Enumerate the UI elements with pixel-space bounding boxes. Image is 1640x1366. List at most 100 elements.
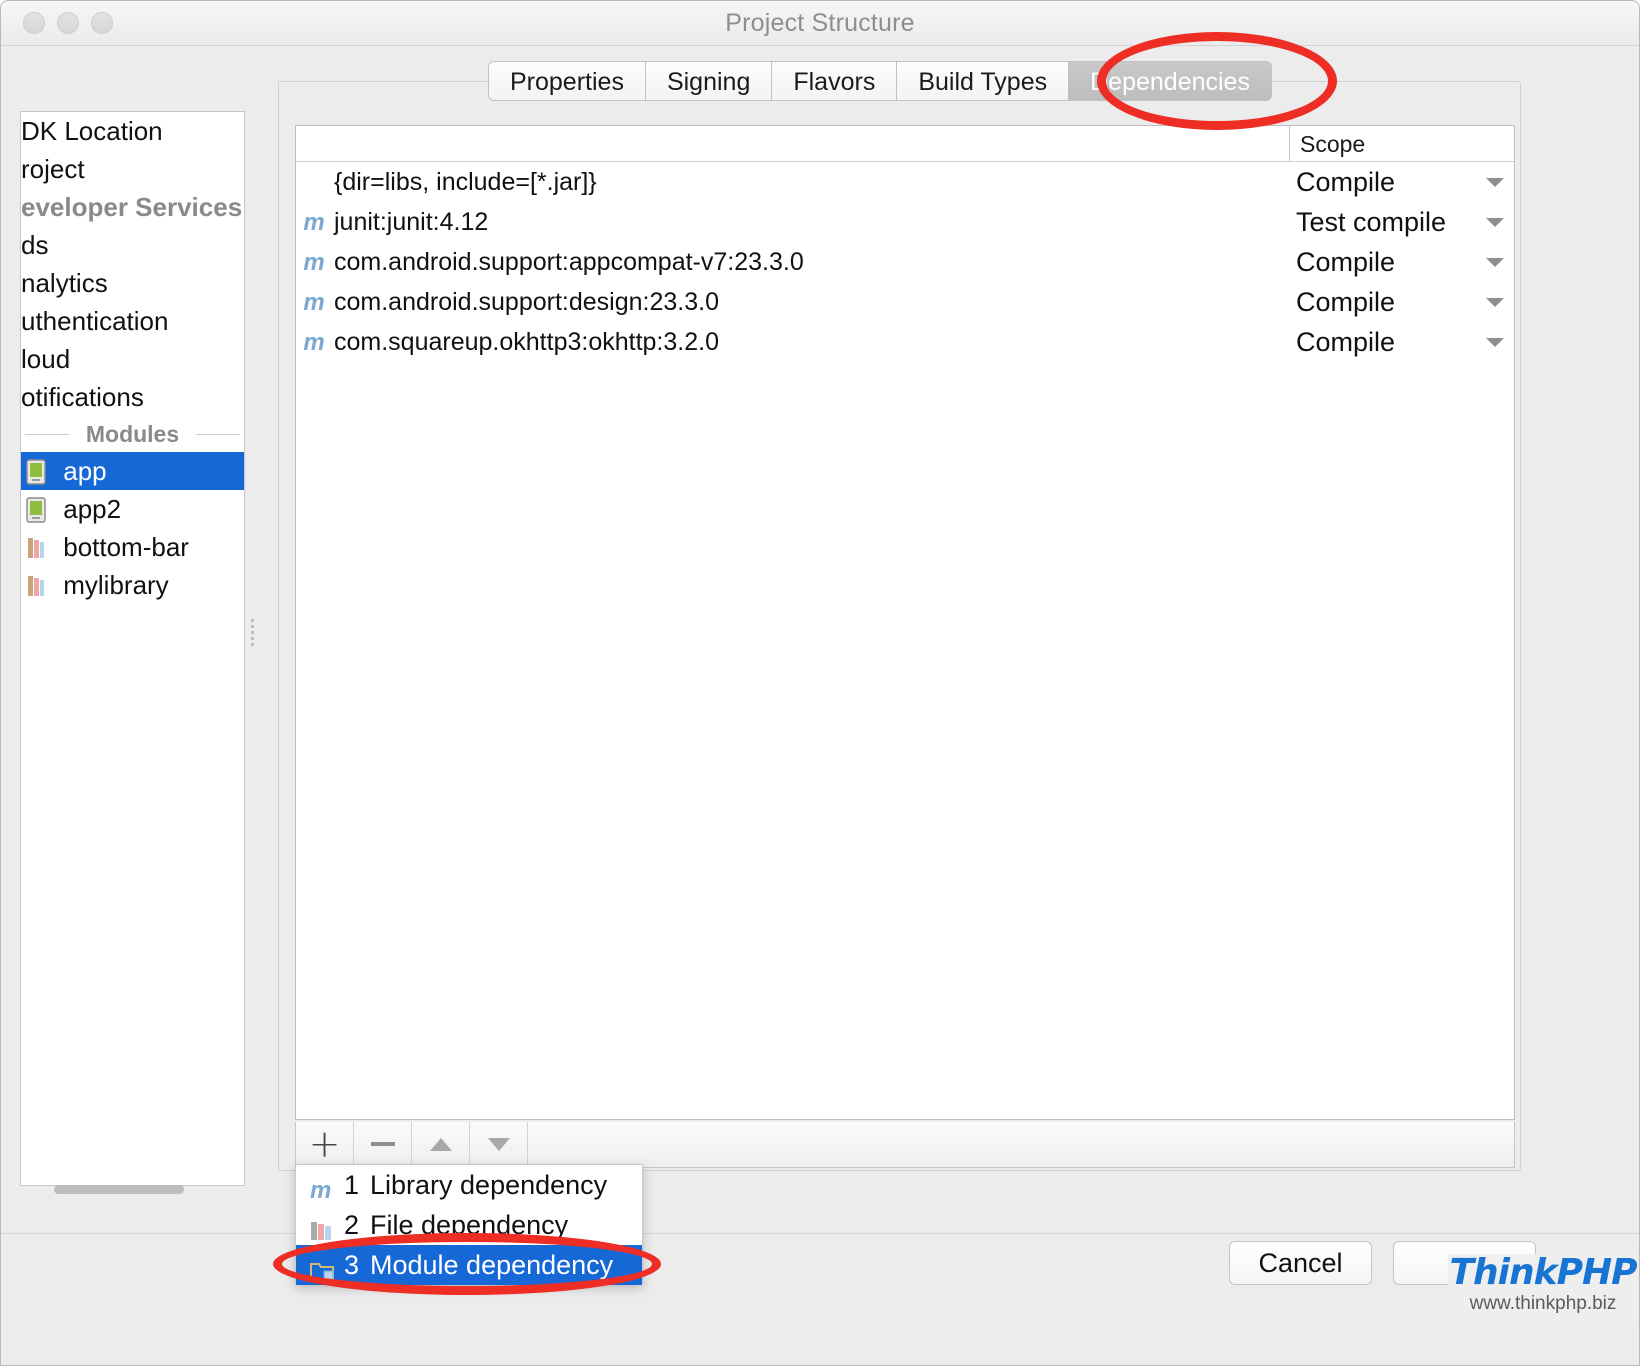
menu-item-label: Library dependency [370, 1170, 608, 1200]
table-row[interactable]: {dir=libs, include=[*.jar]} Compile [296, 162, 1514, 202]
android-module-icon [25, 457, 47, 485]
maven-icon: m [303, 289, 325, 316]
table-row[interactable]: m com.squareup.okhttp3:okhttp:3.2.0 Compi… [296, 322, 1514, 362]
menu-item-number: 2 [344, 1210, 360, 1240]
dependency-name-label: com.squareup.okhttp3:okhttp:3.2.0 [334, 328, 719, 356]
dependency-name: m junit:junit:4.12 [302, 202, 488, 242]
sidebar-item-mylibrary[interactable]: mylibrary [21, 566, 244, 604]
panel-splitter[interactable] [245, 111, 259, 1186]
project-structure-window: Project Structure + − DK Location roject… [0, 0, 1640, 1366]
footer-divider [1, 1233, 1639, 1234]
section-rule-right [196, 434, 240, 435]
dependency-scope-value[interactable]: Compile [1296, 162, 1395, 202]
dependencies-toolbar: + [295, 1122, 1515, 1168]
sidebar-item-ads[interactable]: ds [21, 226, 244, 264]
sidebar-item-notifications[interactable]: otifications [21, 378, 244, 416]
dependency-scope-value[interactable]: Test compile [1296, 202, 1446, 242]
chevron-down-icon[interactable] [1486, 178, 1504, 187]
tab-properties[interactable]: Properties [488, 61, 646, 101]
splitter-grip-icon [247, 616, 257, 654]
add-dependency-button[interactable]: + [296, 1122, 354, 1166]
library-module-icon [25, 571, 47, 597]
sidebar-section-label: Modules [85, 421, 180, 447]
menu-item-label: File dependency [370, 1210, 569, 1240]
sidebar-item-label: app2 [63, 494, 122, 524]
menu-item-file-dependency[interactable]: 2 File dependency [296, 1205, 642, 1245]
sidebar-item-app2[interactable]: app2 [21, 490, 244, 528]
table-row[interactable]: m junit:junit:4.12 Test compile [296, 202, 1514, 242]
chevron-down-icon[interactable] [1486, 338, 1504, 347]
watermark-url: www.thinkphp.biz [1469, 1293, 1617, 1314]
sidebar-item-label: app [63, 456, 107, 486]
table-row[interactable]: m com.android.support:design:23.3.0 Compi… [296, 282, 1514, 322]
android-module-icon [25, 495, 47, 523]
dependency-scope-value[interactable]: Compile [1296, 242, 1395, 282]
thinkphp-watermark: ThinkPHP www.thinkphp.biz [1448, 1254, 1638, 1322]
file-jar-icon [310, 1209, 344, 1249]
table-row[interactable]: m com.android.support:appcompat-v7:23.3.0… [296, 242, 1514, 282]
dependency-name: m com.squareup.okhttp3:okhttp:3.2.0 [302, 322, 719, 362]
sidebar-item-project[interactable]: roject [21, 150, 244, 188]
menu-item-number: 1 [344, 1170, 360, 1200]
sidebar-item-sdk-location[interactable]: DK Location [21, 112, 244, 150]
tab-signing[interactable]: Signing [645, 61, 773, 101]
window-titlebar: Project Structure [1, 1, 1639, 46]
tab-flavors[interactable]: Flavors [772, 61, 898, 101]
sidebar-item-label: otifications [21, 382, 144, 412]
sidebar-item-analytics[interactable]: nalytics [21, 264, 244, 302]
add-dependency-menu[interactable]: m 1 Library dependency 2 File dependency 3M… [295, 1164, 643, 1285]
arrow-up-icon [429, 1137, 452, 1151]
move-down-button[interactable] [470, 1122, 528, 1166]
sidebar-item-label: uthentication [21, 306, 169, 336]
module-folder-icon [310, 1249, 344, 1289]
sidebar-section-modules: Modules [21, 416, 244, 452]
minus-icon [370, 1142, 395, 1146]
maven-icon: m [303, 329, 325, 356]
move-up-button[interactable] [412, 1122, 470, 1166]
arrow-down-icon [487, 1137, 510, 1151]
dependency-scope-value[interactable]: Compile [1296, 282, 1395, 322]
menu-item-library-dependency[interactable]: m 1 Library dependency [296, 1165, 642, 1205]
chevron-down-icon[interactable] [1486, 258, 1504, 267]
sidebar-horizontal-scrollbar[interactable] [21, 1181, 244, 1197]
tab-bar: Properties Signing Flavors Build Types D… [488, 61, 1272, 101]
sidebar-list[interactable]: DK Location roject eveloper Services ds … [20, 111, 245, 1186]
dependency-name-label: junit:junit:4.12 [334, 208, 489, 236]
watermark-title: ThinkPHP [1449, 1252, 1638, 1293]
dependency-name: m com.android.support:appcompat-v7:23.3.0 [302, 242, 804, 282]
cancel-button[interactable]: Cancel [1229, 1241, 1372, 1285]
window-title: Project Structure [725, 9, 915, 37]
sidebar-item-label: DK Location [21, 116, 163, 146]
tab-dependencies[interactable]: Dependencies [1069, 61, 1272, 101]
chevron-down-icon[interactable] [1486, 298, 1504, 307]
maven-icon: m [303, 209, 325, 236]
tab-build-types[interactable]: Build Types [897, 61, 1070, 101]
sidebar-item-label: ds [21, 230, 49, 260]
sidebar-item-label: mylibrary [63, 570, 169, 600]
sidebar-item-bottom-bar[interactable]: bottom-bar [21, 528, 244, 566]
sidebar-item-cloud[interactable]: loud [21, 340, 244, 378]
section-rule-left [25, 434, 69, 435]
sidebar-item-label: loud [21, 344, 71, 374]
sidebar-header-developer-services: eveloper Services [21, 188, 244, 226]
sidebar-toolbar: + − [1, 47, 261, 145]
sidebar-item-label: roject [21, 154, 85, 184]
dependencies-table[interactable]: Scope {dir=libs, include=[*.jar]} Compil… [295, 125, 1515, 1120]
table-header-row: Scope [296, 126, 1514, 162]
library-module-icon [25, 533, 47, 559]
menu-item-module-dependency[interactable]: 3 Module dependency [296, 1245, 642, 1285]
dependency-name: m com.android.support:design:23.3.0 [302, 282, 719, 322]
sidebar-item-label: eveloper Services [21, 192, 243, 222]
scrollbar-thumb[interactable] [54, 1185, 184, 1194]
sidebar-item-authentication[interactable]: uthentication [21, 302, 244, 340]
chevron-down-icon[interactable] [1486, 218, 1504, 227]
sidebar-item-app[interactable]: app [21, 452, 244, 490]
menu-item-label: Module dependency [370, 1250, 614, 1280]
maven-icon: m [303, 249, 325, 276]
dependency-scope-value[interactable]: Compile [1296, 322, 1395, 362]
sidebar-item-label: nalytics [21, 268, 108, 298]
column-header-scope[interactable]: Scope [1289, 126, 1365, 162]
dependency-name-label: com.android.support:appcompat-v7:23.3.0 [334, 248, 804, 276]
remove-dependency-button[interactable] [354, 1122, 412, 1166]
sidebar-item-label: bottom-bar [63, 532, 189, 562]
